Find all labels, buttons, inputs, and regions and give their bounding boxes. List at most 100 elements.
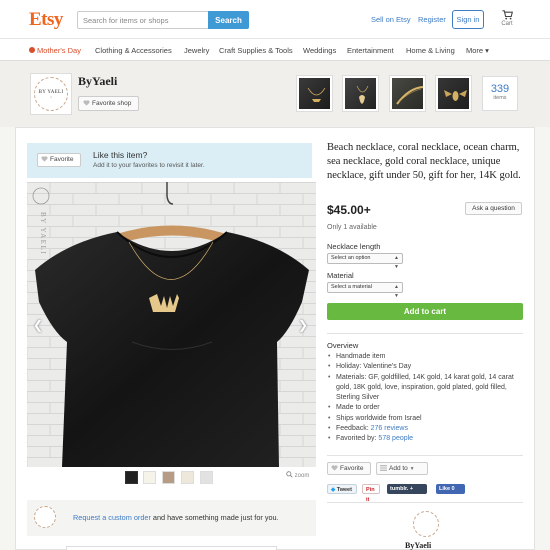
items-count: 339: [490, 83, 510, 95]
gallery-thumbnail[interactable]: [181, 471, 194, 484]
black-top-necklace-photo: BY YAELI: [27, 182, 316, 467]
heart-icon: [29, 47, 35, 53]
category-craft-supplies[interactable]: Craft Supplies & Tools: [219, 46, 293, 55]
overview-item: Handmade item: [327, 352, 527, 363]
category-mothers-day[interactable]: Mother's Day: [29, 46, 81, 55]
tweet-label: Tweet: [336, 487, 352, 493]
watermark-text: BY YAELI: [39, 212, 47, 255]
sell-on-etsy-link[interactable]: Sell on Etsy: [371, 15, 411, 24]
shop-item-thumbnail[interactable]: [297, 76, 332, 111]
favorite-shop-button[interactable]: Favorite shop: [78, 96, 139, 111]
necklace-photo: [307, 87, 326, 102]
signin-button[interactable]: Sign in: [452, 10, 484, 29]
bee-photo: [444, 90, 467, 101]
items-label: items: [493, 95, 507, 101]
next-image-arrow[interactable]: ❯: [298, 318, 308, 332]
category-entertainment[interactable]: Entertainment: [347, 46, 394, 55]
shop-logo-seal: BY YAELI ✦: [34, 77, 68, 111]
feather-photo: [396, 86, 424, 105]
chevron-down-icon: ▲ ▼: [394, 255, 399, 270]
category-clothing[interactable]: Clothing & Accessories: [95, 46, 172, 55]
category-jewelry[interactable]: Jewelry: [184, 46, 209, 55]
add-to-label: Add to: [389, 465, 408, 472]
favorite-item-label: Favorite: [50, 156, 74, 163]
magnifier-icon: [286, 471, 293, 478]
necklace-length-label: Necklace length: [327, 242, 381, 251]
necklace-length-select[interactable]: Select an option ▲ ▼: [327, 253, 403, 270]
material-label: Material: [327, 271, 354, 280]
divider: [327, 455, 523, 456]
shop-logo-small[interactable]: [413, 511, 439, 537]
zoom-label: zoom: [294, 473, 310, 479]
favorite-item-button[interactable]: Favorite: [37, 153, 81, 167]
add-to-cart-button[interactable]: Add to cart: [327, 303, 523, 320]
category-weddings[interactable]: Weddings: [303, 46, 336, 55]
favorited-people-link[interactable]: 578 people: [378, 435, 413, 442]
facebook-like-button[interactable]: Like 0: [436, 484, 465, 494]
favorite-listing-label: Favorite: [340, 465, 364, 472]
tweet-button[interactable]: ◆ Tweet: [327, 484, 357, 494]
overview-item: Materials: GF, goldfilled, 14K gold, 14 …: [327, 373, 527, 404]
prev-image-arrow[interactable]: ❮: [33, 318, 43, 332]
listing-title: Beach necklace, coral necklace, ocean ch…: [327, 142, 521, 182]
shop-item-thumbnail[interactable]: [390, 76, 425, 111]
gallery-thumbnail[interactable]: [143, 471, 156, 484]
shop-bar: BY YAELI ✦ ByYaeli Favorite shop 339 ite…: [0, 61, 550, 127]
custom-order-box: Request a custom order and have somethin…: [27, 500, 316, 536]
chevron-down-icon: ▲ ▼: [394, 284, 399, 299]
gallery-thumbnail[interactable]: [162, 471, 175, 484]
divider: [327, 333, 523, 334]
shop-footer-name[interactable]: ByYaeli: [405, 541, 431, 550]
shop-logo-small: [34, 506, 56, 528]
ask-question-button[interactable]: Ask a question: [465, 202, 522, 215]
availability-text: Only 1 available: [327, 224, 377, 231]
list-icon: [380, 465, 387, 471]
request-custom-order-link[interactable]: Request a custom order: [73, 513, 151, 522]
listing-price: $45.00+: [327, 203, 371, 217]
overview-item: Holiday: Valentine's Day: [327, 362, 527, 373]
overview-item: Ships worldwide from Israel: [327, 414, 527, 425]
product-image[interactable]: BY YAELI: [27, 182, 316, 467]
register-link[interactable]: Register: [418, 15, 446, 24]
heart-icon: [83, 100, 90, 106]
add-to-list-button[interactable]: Add to ▼: [376, 462, 428, 475]
gallery-thumbnail[interactable]: [125, 471, 138, 484]
category-nav: Mother's Day Clothing & Accessories Jewe…: [0, 38, 550, 61]
cart-button[interactable]: Cart: [498, 10, 516, 27]
etsy-logo[interactable]: Etsy: [29, 9, 63, 31]
search-input[interactable]: [77, 11, 209, 29]
shop-item-thumbnail[interactable]: [436, 76, 471, 111]
items-count-box[interactable]: 339 items: [482, 76, 518, 111]
category-more[interactable]: More ▾: [466, 46, 489, 55]
material-select[interactable]: Select a material ▲ ▼: [327, 282, 403, 299]
material-value: Select a material: [331, 284, 372, 290]
cart-label: Cart: [501, 21, 513, 27]
zoom-control[interactable]: zoom: [286, 471, 309, 479]
shop-logo-ornament: ✦: [49, 95, 53, 99]
overview-title: Overview: [327, 341, 359, 350]
custom-order-text: Request a custom order and have somethin…: [73, 513, 279, 522]
search-button[interactable]: Search: [208, 11, 249, 29]
overview-favorited: Favorited by: 578 people: [327, 434, 527, 445]
shop-logo[interactable]: BY YAELI ✦: [30, 73, 72, 115]
pendant-photo: [356, 85, 369, 104]
like-title: Like this item?: [93, 150, 148, 160]
heart-icon: [331, 465, 338, 471]
shop-item-thumbnail[interactable]: [343, 76, 378, 111]
shop-name[interactable]: ByYaeli: [78, 74, 117, 89]
feedback-reviews-link[interactable]: 276 reviews: [371, 425, 408, 432]
pin-it-button[interactable]: Pin it: [362, 484, 380, 503]
category-label: Mother's Day: [37, 46, 81, 55]
overview-feedback: Feedback: 276 reviews: [327, 424, 527, 435]
favorite-listing-button[interactable]: Favorite: [327, 462, 371, 475]
gallery-thumbnail[interactable]: [200, 471, 213, 484]
shop-logo-text: BY YAELI: [38, 89, 64, 95]
favorite-shop-label: Favorite shop: [92, 100, 132, 107]
tumblr-button[interactable]: tumblr. +: [387, 484, 427, 494]
like-this-item-box: Favorite Like this item? Add it to your …: [27, 143, 312, 178]
divider: [327, 502, 523, 503]
custom-order-rest: and have something made just for you.: [150, 513, 279, 522]
category-home-living[interactable]: Home & Living: [406, 46, 455, 55]
feedback-label: Feedback:: [336, 425, 371, 433]
twitter-icon: ◆: [331, 487, 336, 493]
